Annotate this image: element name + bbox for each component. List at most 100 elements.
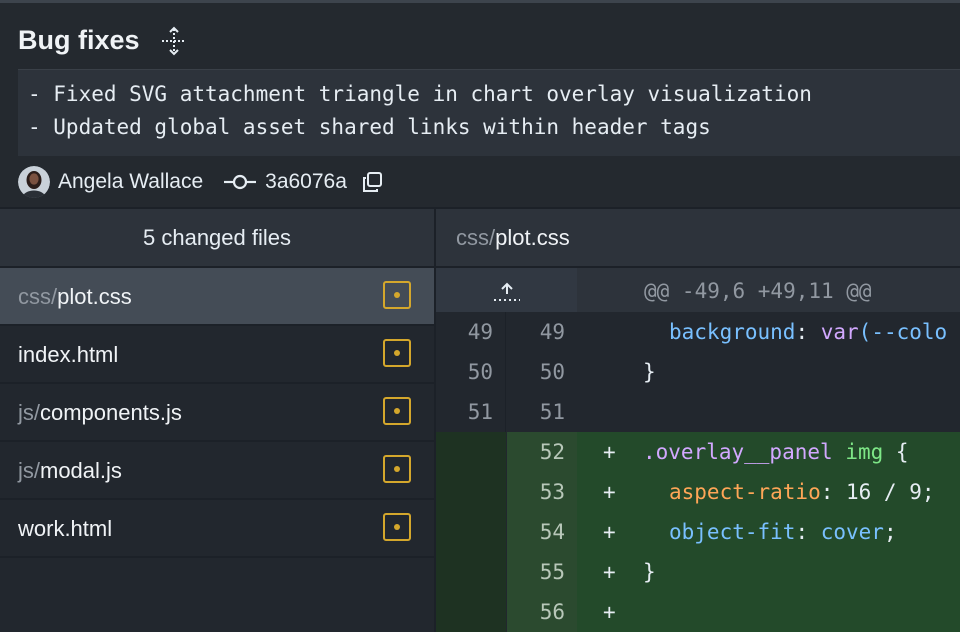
code-text: } (643, 360, 656, 384)
code-token: .overlay__panel (643, 440, 833, 464)
file-name: index.html (18, 342, 119, 367)
diff-line: 51 51 (436, 392, 960, 432)
code-text: object-fit: cover; (669, 512, 897, 552)
hunk-expand-gutter[interactable] (436, 268, 577, 312)
diff-line: 50 50 } (436, 352, 960, 392)
file-modified-icon (383, 455, 411, 483)
new-line-number[interactable]: 54 (507, 512, 577, 552)
hunk-range: @@ -49,6 +49,11 @@ (644, 279, 872, 303)
code-content: } (577, 352, 960, 392)
added-sign: + (603, 480, 616, 504)
diff-line-added: 54 + object-fit: cover; (436, 512, 960, 552)
code-text: } (643, 560, 656, 584)
new-line-number[interactable]: 56 (507, 592, 577, 632)
copy-icon[interactable] (361, 171, 383, 193)
code-text: background: var(--colo (669, 312, 947, 352)
code-token: (--colo (858, 320, 948, 344)
file-name: modal.js (40, 458, 122, 483)
commit-message-line: - Fixed SVG attachment triangle in chart… (28, 82, 812, 106)
file-item-work-html[interactable]: work.html (0, 500, 434, 558)
code-content: + (577, 592, 960, 632)
diff-panel: css/plot.css @@ -49,6 +49,11 @@ 49 49 ba… (436, 209, 960, 632)
code-content: + object-fit: cover; (577, 512, 960, 552)
code-token: : (795, 520, 821, 544)
commit-meta: Angela Wallace 3a6076a (18, 165, 383, 199)
code-content (577, 392, 960, 432)
new-line-number[interactable]: 50 (507, 352, 577, 392)
file-modified-icon (383, 397, 411, 425)
code-token: img (845, 440, 884, 464)
expand-up-icon[interactable] (492, 280, 522, 304)
diff-line-added: 56 + (436, 592, 960, 632)
code-token: object-fit (669, 520, 796, 544)
code-token: background (669, 320, 796, 344)
diff-line-added: 52 + .overlay__panel img { (436, 432, 960, 472)
added-sign: + (603, 440, 616, 464)
title-row: Bug fixes (18, 25, 188, 56)
file-name: work.html (18, 516, 113, 541)
author-name[interactable]: Angela Wallace (58, 170, 203, 194)
diff-line: 49 49 background: var(--colo (436, 312, 960, 352)
changed-files-panel: 5 changed files css/plot.css index.html … (0, 209, 434, 632)
file-modified-icon (383, 339, 411, 367)
file-path: work.html (18, 516, 112, 542)
old-line-number[interactable]: 50 (436, 352, 506, 392)
file-dir: css/ (18, 284, 58, 309)
code-token: var (820, 320, 859, 344)
hunk-header: @@ -49,6 +49,11 @@ (436, 268, 960, 312)
new-line-number[interactable]: 51 (507, 392, 577, 432)
file-dir: js/ (18, 400, 40, 425)
code-token: cover (820, 520, 884, 544)
file-item-modal-js[interactable]: js/modal.js (0, 442, 434, 500)
code-token: aspect-ratio (669, 480, 821, 504)
file-item-index-html[interactable]: index.html (0, 326, 434, 384)
added-sign: + (603, 520, 616, 544)
old-line-number (436, 512, 506, 552)
file-path: css/plot.css (18, 284, 132, 310)
commit-title: Bug fixes (18, 25, 140, 55)
commit-message: - Fixed SVG attachment triangle in chart… (18, 69, 960, 156)
diff-file-path: css/plot.css (436, 209, 960, 268)
code-content: +} (577, 552, 960, 592)
diff-line-added: 55 +} (436, 552, 960, 592)
old-line-number[interactable]: 51 (436, 392, 506, 432)
added-sign: + (603, 600, 616, 624)
file-name: components.js (40, 400, 182, 425)
diff-file-dir: css/ (456, 225, 496, 250)
code-content: + aspect-ratio: 16 / 9; (577, 472, 960, 512)
file-path: js/modal.js (18, 458, 122, 484)
code-token: : (795, 320, 821, 344)
old-line-number[interactable]: 49 (436, 312, 506, 352)
move-icon[interactable] (160, 26, 188, 56)
file-path: js/components.js (18, 400, 182, 426)
new-line-number[interactable]: 52 (507, 432, 577, 472)
old-line-number (436, 592, 506, 632)
added-sign: + (603, 560, 616, 584)
new-line-number[interactable]: 49 (507, 312, 577, 352)
code-text: .overlay__panel img { (643, 432, 909, 472)
diff-line-added: 53 + aspect-ratio: 16 / 9; (436, 472, 960, 512)
code-content: + .overlay__panel img { (577, 432, 960, 472)
commit-message-line: - Updated global asset shared links with… (28, 115, 711, 139)
code-text: aspect-ratio: 16 / 9; (669, 472, 935, 512)
file-modified-icon (383, 513, 411, 541)
changed-files-header: 5 changed files (0, 209, 434, 268)
commit-header: Bug fixes - Fixed SVG attachment triangl… (0, 3, 960, 207)
old-line-number (436, 472, 506, 512)
commit-icon (224, 174, 257, 190)
old-line-number (436, 552, 506, 592)
old-line-number (436, 432, 506, 472)
commit-sha: 3a6076a (265, 170, 347, 193)
new-line-number[interactable]: 55 (507, 552, 577, 592)
avatar[interactable] (18, 166, 50, 198)
new-line-number[interactable]: 53 (507, 472, 577, 512)
code-content: background: var(--colo (577, 312, 960, 352)
code-token: ; (883, 520, 897, 544)
file-dir: js/ (18, 458, 40, 483)
file-path: index.html (18, 342, 118, 368)
code-token: : 16 / 9; (820, 480, 935, 504)
file-item-plot-css[interactable]: css/plot.css (0, 268, 434, 326)
file-modified-icon (383, 281, 411, 309)
file-item-components-js[interactable]: js/components.js (0, 384, 434, 442)
